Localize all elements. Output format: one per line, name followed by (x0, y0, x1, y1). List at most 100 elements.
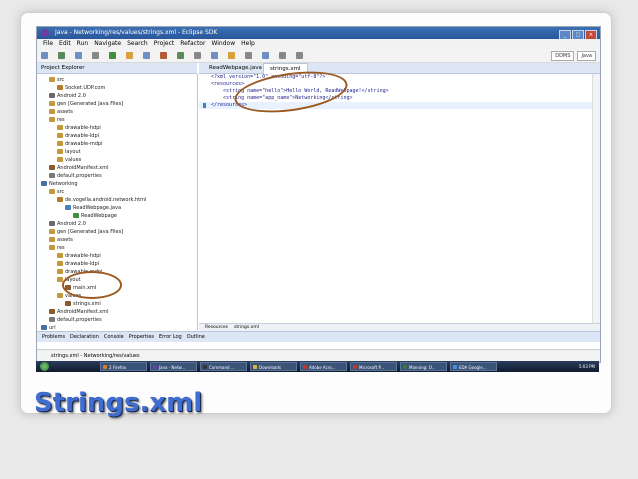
toolbar-button-icon[interactable] (160, 52, 167, 59)
taskbar-button-label: Command ... (209, 365, 235, 370)
taskbar-button-label: 2 Firefox (109, 365, 126, 370)
editor-subtab[interactable]: Resources (205, 325, 228, 330)
taskbar-button[interactable]: 2 Firefox (100, 362, 147, 371)
tree-item-label: default.properties (57, 317, 102, 323)
folder-icon (49, 237, 55, 242)
editor-scrollbar[interactable] (592, 74, 601, 323)
tree-item[interactable]: src (49, 188, 64, 196)
library-icon (49, 221, 55, 226)
taskbar-button-label: Downloads (259, 365, 281, 370)
java-file-icon (65, 205, 71, 210)
tree-item[interactable]: AndroidManifest.xml (49, 308, 108, 316)
taskbar-button[interactable]: Java - Netw... (150, 362, 197, 371)
tree-item[interactable]: Socket.UDP.com (57, 84, 105, 92)
taskbar-button[interactable]: Microsoft P... (350, 362, 397, 371)
editor-tab-readwebpage-java[interactable]: ReadWebpage.java (203, 63, 268, 73)
toolbar-button-icon[interactable] (41, 52, 48, 59)
library-icon (49, 93, 55, 98)
editor-subtab[interactable]: strings.xml (234, 325, 259, 330)
toolbar-button-icon[interactable] (296, 52, 303, 59)
tree-item[interactable]: default.properties (49, 316, 102, 324)
tree-item[interactable]: Android 2.0 (49, 220, 86, 228)
tab-outline[interactable]: Outline (187, 334, 205, 340)
taskbar-button-label: Manning: O... (409, 365, 436, 370)
tree-item[interactable]: drawable-ldpi (57, 132, 99, 140)
toolbar-button-icon[interactable] (143, 52, 150, 59)
taskbar-button[interactable]: Adobe Acro... (300, 362, 347, 371)
tab-declaration[interactable]: Declaration (70, 334, 99, 340)
xml-file-icon (49, 165, 55, 170)
tree-item-label: Android 2.0 (57, 93, 86, 99)
tree-item[interactable]: Networking (41, 180, 78, 188)
tree-item[interactable]: default.properties (49, 172, 102, 180)
toolbar-button-icon[interactable] (58, 52, 65, 59)
menu-item-search[interactable]: Search (127, 40, 148, 47)
tab-console[interactable]: Console (104, 334, 124, 340)
menu-item-project[interactable]: Project (154, 40, 175, 47)
menu-item-run[interactable]: Run (77, 40, 89, 47)
tree-item[interactable]: drawable-hdpi (57, 124, 101, 132)
tree-item[interactable]: strings.xml (65, 300, 101, 308)
tree-item[interactable]: drawable-hdpi (57, 252, 101, 260)
toolbar-button-icon[interactable] (75, 52, 82, 59)
tree-item-label: src (57, 77, 64, 83)
folder-icon (57, 261, 63, 266)
toolbar-button-icon[interactable] (262, 52, 269, 59)
perspective-ddms[interactable]: DDMS (551, 51, 574, 61)
menu-item-edit[interactable]: Edit (59, 40, 71, 47)
taskbar-button[interactable]: Manning: O... (400, 362, 447, 371)
tree-item[interactable]: res (49, 244, 65, 252)
perspective-java[interactable]: Java (577, 51, 596, 61)
tree-item[interactable]: layout (57, 148, 81, 156)
menu-item-window[interactable]: Window (211, 40, 235, 47)
tab-problems[interactable]: Problems (42, 334, 65, 340)
toolbar-button-icon[interactable] (92, 52, 99, 59)
tree-item[interactable]: values (57, 156, 81, 164)
tree-item-label: layout (65, 149, 81, 155)
system-tray: 5:03 PM (579, 361, 595, 372)
tree-item[interactable]: drawable-ldpi (57, 260, 99, 268)
cursor-marker-icon (203, 103, 206, 108)
toolbar-button-icon[interactable] (177, 52, 184, 59)
windows-taskbar: 5:03 PM 2 Firefox Java - Netw... Command .… (36, 361, 599, 372)
tab-error-log[interactable]: Error Log (159, 334, 182, 340)
tree-item-label: Networking (49, 181, 78, 187)
tree-item[interactable]: assets (49, 236, 73, 244)
tree-item[interactable]: de.vogella.android.network.html (57, 196, 146, 204)
start-button[interactable] (40, 362, 49, 371)
taskbar-button-label: EDA Google... (459, 365, 486, 370)
toolbar-button-icon[interactable] (109, 52, 116, 59)
project-explorer-title[interactable]: Project Explorer (41, 65, 84, 71)
menu-item-help[interactable]: Help (241, 40, 255, 47)
menu-item-navigate[interactable]: Navigate (94, 40, 121, 47)
tree-item[interactable]: AndroidManifest.xml (49, 164, 108, 172)
toolbar-button-icon[interactable] (228, 52, 235, 59)
tree-item[interactable]: gen [Generated Java Files] (49, 228, 123, 236)
tree-item[interactable]: drawable-mdpi (57, 140, 103, 148)
folder-icon (57, 293, 63, 298)
console-area (37, 342, 600, 349)
tree-item[interactable]: gen [Generated Java Files] (49, 100, 123, 108)
toolbar-button-icon[interactable] (245, 52, 252, 59)
taskbar-button[interactable]: EDA Google... (450, 362, 497, 371)
folder-icon (57, 253, 63, 258)
taskbar-button[interactable]: Command ... (200, 362, 247, 371)
toolbar-button-icon[interactable] (279, 52, 286, 59)
tree-item-label: ReadWebpage.java (73, 205, 121, 211)
tree-item[interactable]: Android 2.0 (49, 92, 86, 100)
menu-item-refactor[interactable]: Refactor (180, 40, 205, 47)
toolbar-button-icon[interactable] (211, 52, 218, 59)
toolbar-button-icon[interactable] (126, 52, 133, 59)
tree-item[interactable]: ReadWebpage.java (65, 204, 121, 212)
tree-item-label: drawable-ldpi (65, 133, 99, 139)
tree-item[interactable]: src (49, 76, 64, 84)
tab-properties[interactable]: Properties (129, 334, 154, 340)
taskbar-button[interactable]: Downloads (250, 362, 297, 371)
tree-item[interactable]: ReadWebpage (73, 212, 117, 220)
tree-item-label: de.vogella.android.network.html (65, 197, 146, 203)
status-path: strings.xml - Networking/res/values (51, 353, 140, 359)
tree-item[interactable]: assets (49, 108, 73, 116)
toolbar-button-icon[interactable] (194, 52, 201, 59)
tree-item[interactable]: res (49, 116, 65, 124)
menu-item-file[interactable]: File (43, 40, 53, 47)
